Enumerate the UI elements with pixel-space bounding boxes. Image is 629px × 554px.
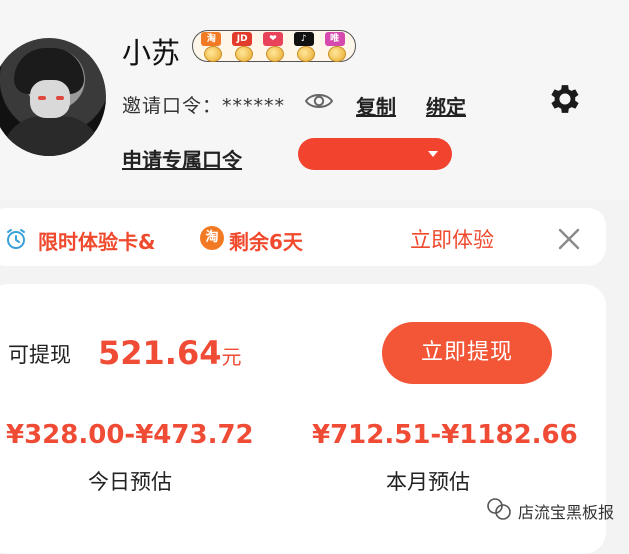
platform-badges[interactable]: 淘 JD ❤ ♪ 唯 [192,30,356,62]
taobao-badge-icon: 淘 [200,32,224,62]
withdraw-button[interactable]: 立即提现 [382,322,552,384]
try-now-button[interactable]: 立即体验 [410,224,494,254]
heart-badge-icon: ❤ [262,32,286,62]
watermark-text: 店流宝黑板报 [518,503,615,522]
close-icon[interactable] [557,227,581,251]
taobao-icon: 淘 [200,226,224,250]
user-name: 小苏 [122,36,181,70]
level-dropdown[interactable] [298,138,452,170]
tiktok-badge-icon: ♪ [293,32,317,62]
vip-badge-icon: 唯 [324,32,348,62]
avatar[interactable] [0,38,106,156]
copy-button[interactable]: 复制 [356,91,396,120]
withdrawable-label: 可提现 [8,343,71,367]
alarm-clock-icon [7,229,25,249]
jd-badge-icon: JD [231,32,255,62]
invite-code-label: 邀请口令：****** [122,95,286,117]
trial-remaining: 剩余6天 [229,230,303,254]
withdrawable-amount: 521.64元 [98,334,242,372]
apply-exclusive-code-link[interactable]: 申请专属口令 [122,144,242,173]
eye-icon[interactable] [304,90,334,112]
chevron-down-icon [428,151,438,157]
bind-button[interactable]: 绑定 [426,91,466,120]
today-estimate-range: ¥328.00-¥473.72 [6,420,254,450]
wechat-channel-icon [487,498,511,520]
gear-icon[interactable] [546,80,584,118]
month-estimate-range: ¥712.51-¥1182.66 [312,420,578,450]
trial-card-title: 限时体验卡& [38,230,156,254]
today-estimate-label: 今日预估 [88,470,172,494]
month-estimate-label: 本月预估 [386,470,470,494]
